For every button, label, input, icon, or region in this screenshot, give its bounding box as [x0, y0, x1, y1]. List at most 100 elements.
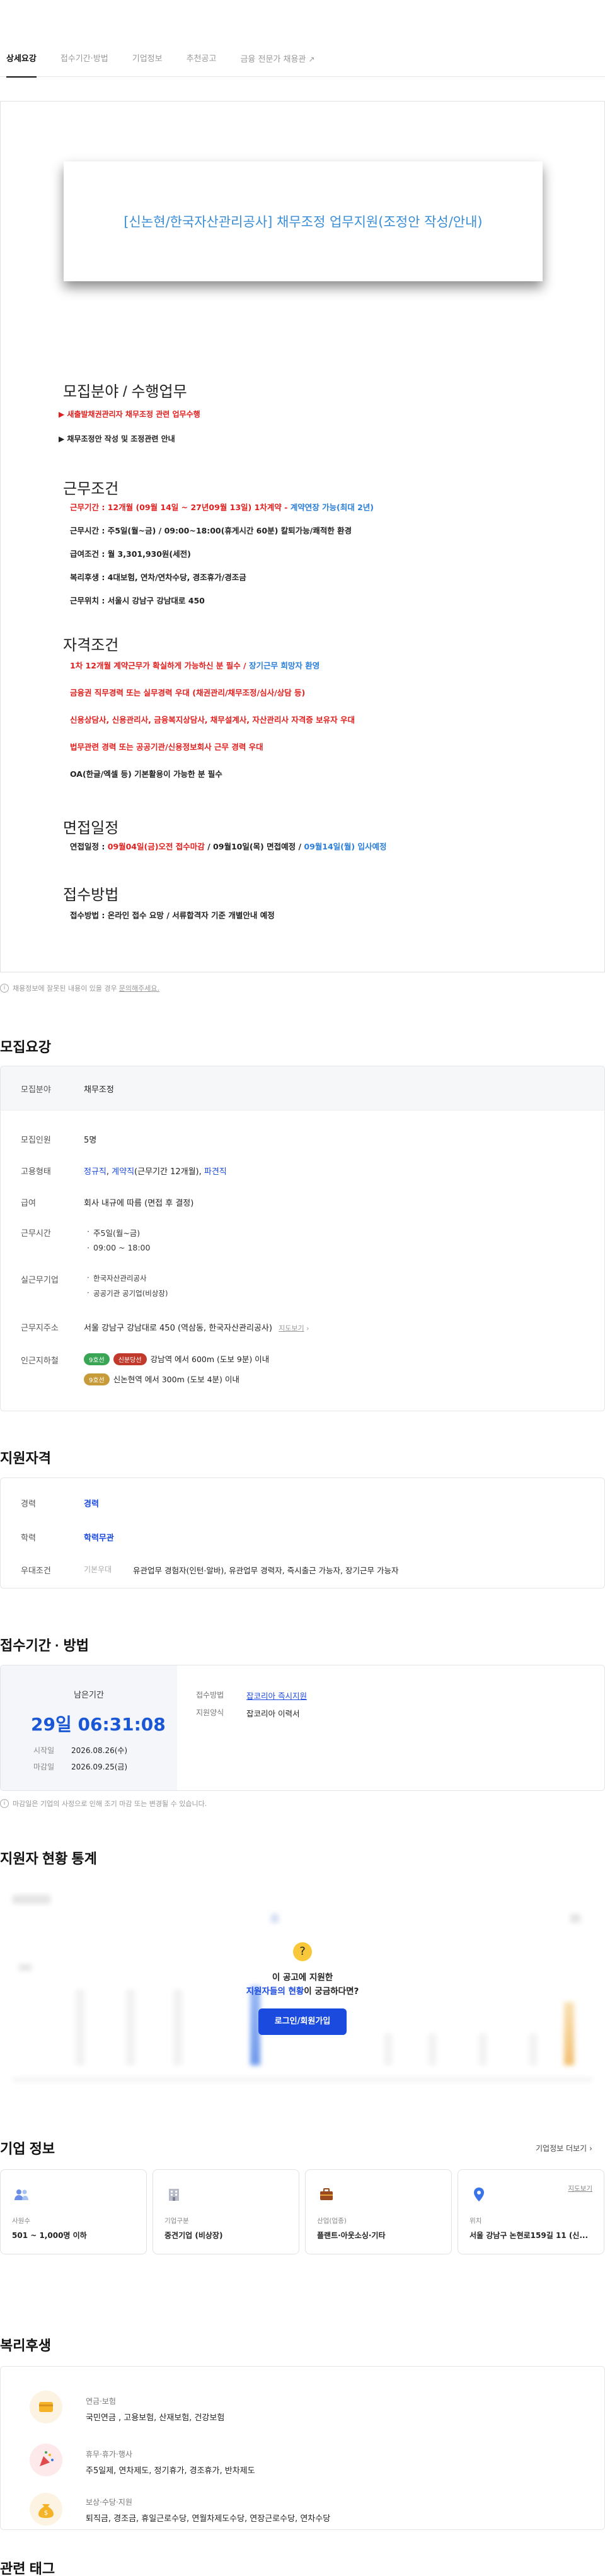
info-icon: i: [0, 984, 9, 993]
jd-banner: [신논현/한국자산관리공사] 채무조정 업무지원(조정안 작성/안내): [64, 161, 543, 281]
section-title: 면접일정: [63, 820, 119, 837]
money-bag-icon: $: [38, 2504, 54, 2518]
detail-tabs: 상세요강 접수기간·방법 기업정보 추천공고 금융 전문가 채용관 ↗: [0, 42, 605, 78]
period-box: 남은기간 29일 06:31:08 시작일 2026.08.26(수) 마감일 …: [0, 1665, 605, 1791]
company-map-link[interactable]: 지도보기: [568, 2184, 592, 2193]
info-icon: i: [0, 1799, 9, 1808]
welfare-value: 국민연금 , 고용보험, 산재보험, 건강보험: [86, 2413, 225, 2423]
svg-text:$: $: [44, 2510, 48, 2517]
qualification-heading: 지원자격: [0, 1450, 51, 1466]
jd-span: / 09월10일(목) 면접예정 /: [204, 842, 304, 851]
period-heading: 접수기간 · 방법: [0, 1638, 89, 1653]
tab-detail[interactable]: 상세요강: [6, 42, 37, 78]
jd-line: 근무시간 : 주5일(월~금) / 09:00~18:00(휴게시간 60분) …: [70, 526, 352, 535]
jd-span: 근무기간 : 12개월 (09월 14일 ~ 27년09월 13일) 1차계약 …: [70, 503, 291, 512]
report-notice-text: 채용정보에 잘못된 내용이 있을 경우: [13, 984, 117, 993]
company-card-location: 지도보기 위치 서울 강남구 논현로159길 11 (신...: [458, 2169, 604, 2254]
jd-line: ▶ 새출발채권관리자 채무조정 관련 업무수행: [59, 410, 200, 419]
welfare-heading: 복리후생: [0, 2338, 51, 2353]
countdown: 29일 06:31:08: [31, 1714, 166, 1735]
card-value: 서울 강남구 논현로159길 11 (신...: [470, 2231, 589, 2240]
card-label: 위치: [470, 2217, 482, 2225]
jd-span: 계약연장 가능(최대 2년): [290, 503, 374, 512]
building-icon: [169, 2189, 179, 2201]
subway-row: 9호선 신분당선 강남역 에서 600m (도보 9분) 이내: [84, 1353, 269, 1365]
tab-recommend[interactable]: 추천공고: [187, 42, 217, 77]
row-value: 회사 내규에 따름 (면접 후 결정): [84, 1199, 194, 1208]
jd-span: 09월04일(금)오전 접수마감: [107, 842, 205, 851]
people-icon: [14, 2189, 28, 2200]
tab-finance-hall-label: 금융 전문가 채용관: [240, 54, 306, 64]
tab-company[interactable]: 기업정보: [132, 42, 163, 77]
end-label: 마감일: [33, 1763, 55, 1771]
jd-line: 법무관련 경력 또는 공공기관/신용정보회사 근무 경력 우대: [70, 742, 263, 752]
row-value: 학력무관: [84, 1534, 114, 1543]
jd-line: OA(한글/엑셀 등) 기본활용이 가능한 분 필수: [70, 769, 222, 779]
jd-span: 연접일정 :: [70, 842, 108, 851]
card-value: 플랜트·아웃소싱·기타: [317, 2231, 386, 2240]
welfare-value: 퇴직금, 경조금, 휴일근로수당, 연월차제도수당, 연장근로수당, 연차수당: [86, 2514, 331, 2524]
login-button[interactable]: 로그인/회원가입: [258, 2008, 347, 2035]
welfare-title: 연금·보험: [86, 2397, 116, 2406]
briefcase-icon: [320, 2188, 333, 2200]
stats-prompt-1: 이 공고에 지원한: [272, 1973, 333, 1983]
row-label: 고용형태: [21, 1167, 51, 1177]
hours-item: 주5일(월~금): [87, 1227, 140, 1238]
subway-text: 신논현역 에서 300m (도보 4분) 이내: [113, 1375, 239, 1384]
type-span: (근무기간 12개월),: [134, 1167, 204, 1177]
jd-banner-title: [신논현/한국자산관리공사] 채무조정 업무지원(조정안 작성/안내): [124, 214, 483, 230]
card-label: 산업(업종): [317, 2217, 347, 2225]
jd-span: 1차 12개월 계약근무가 확실하게 가능하신 분 필수 /: [70, 661, 249, 670]
address-value: 서울 강남구 강남대로 450 (역삼동, 한국자산관리공사) 지도보기 ›: [84, 1321, 309, 1333]
recruit-heading: 모집요강: [0, 1039, 51, 1055]
welfare-box: 연금·보험 국민연금 , 고용보험, 산재보험, 건강보험 휴무·휴가·행사 주…: [0, 2366, 605, 2530]
jd-line: 연접일정 : 09월04일(금)오전 접수마감 / 09월10일(목) 면접예정…: [70, 840, 386, 852]
welfare-title: 휴무·휴가·행사: [86, 2450, 132, 2459]
job-description-card: [신논현/한국자산관리공사] 채무조정 업무지원(조정안 작성/안내) 모집분야…: [0, 101, 605, 972]
company-card-industry: 산업(업종) 플랜트·아웃소싱·기타: [305, 2169, 452, 2254]
welfare-item-icon-bg: [30, 2391, 62, 2423]
form-label: 지원양식: [196, 1708, 224, 1717]
subway-badge: 9호선: [84, 1353, 110, 1365]
report-link[interactable]: 문의해주세요.: [119, 983, 159, 993]
row-value: 경력: [84, 1500, 99, 1509]
section-title: 접수방법: [63, 887, 119, 904]
section-title: 자격조건: [63, 637, 119, 654]
tags-heading: 관련 태그: [0, 2561, 55, 2576]
method-value[interactable]: 잡코리아 즉시지원: [246, 1689, 307, 1701]
method-label: 접수방법: [196, 1691, 224, 1699]
period-notice: i 마감일은 기업의 사정으로 인해 조기 마감 또는 변경될 수 있습니다.: [0, 1798, 207, 1809]
tab-period[interactable]: 접수기간·방법: [60, 42, 108, 77]
party-popper-icon: [40, 2451, 54, 2466]
row-label: 모집인원: [21, 1136, 51, 1145]
map-link[interactable]: 지도보기: [279, 1324, 304, 1332]
jd-line: 접수방법 : 온라인 접수 요망 / 서류합격자 기준 개별안내 예정: [70, 911, 275, 920]
row-label: 모집분야: [21, 1085, 51, 1095]
type-span: 정규직: [84, 1167, 107, 1177]
address-text: 서울 강남구 강남대로 450 (역삼동, 한국자산관리공사): [84, 1324, 272, 1333]
welfare-value: 주5일제, 연차제도, 정기휴가, 경조휴가, 반차제도: [86, 2466, 255, 2476]
subway-row: 9호선 신논현역 에서 300m (도보 4분) 이내: [84, 1373, 239, 1385]
jd-span: 장기근무 희망자 환영: [248, 661, 320, 670]
company-card-type: 기업구분 중견기업 (비상장): [153, 2169, 299, 2254]
pref-sub: 기본우대: [84, 1565, 112, 1574]
row-label: 급여: [21, 1199, 36, 1208]
row-value: 유관업무 경험자(인턴·알바), 유관업무 경력자, 즉시출근 가능자, 장기근…: [133, 1566, 399, 1575]
report-notice: i 채용정보에 잘못된 내용이 있을 경우 문의해주세요.: [0, 983, 159, 993]
tab-finance-hall[interactable]: 금융 전문가 채용관 ↗: [240, 42, 314, 77]
period-countdown-panel: 남은기간 29일 06:31:08 시작일 2026.08.26(수) 마감일 …: [1, 1665, 177, 1790]
row-value: 5명: [84, 1136, 97, 1145]
welfare-title: 보상·수당·지원: [86, 2498, 132, 2507]
section-title: 모집분야 / 수행업무: [63, 383, 187, 400]
row-label: 우대조건: [21, 1566, 51, 1576]
jd-span: 09월14일(월) 입사예정: [304, 842, 387, 851]
company-heading: 기업 정보: [0, 2141, 55, 2157]
company-more-link[interactable]: 기업정보 더보기 ›: [536, 2143, 592, 2153]
stats-prompt-emph: 지원자들의 현황: [246, 1986, 304, 1996]
welfare-item-icon-bg: [30, 2444, 62, 2476]
row-label: 인근지하철: [21, 1356, 59, 1366]
actual-company-item: 한국자산관리공사: [87, 1273, 147, 1283]
jd-line: 근무기간 : 12개월 (09월 14일 ~ 27년09월 13일) 1차계약 …: [70, 501, 374, 513]
company-more-label: 기업정보 더보기: [536, 2144, 587, 2153]
employment-type: 정규직, 계약직(근무기간 12개월), 파견직: [84, 1167, 227, 1177]
